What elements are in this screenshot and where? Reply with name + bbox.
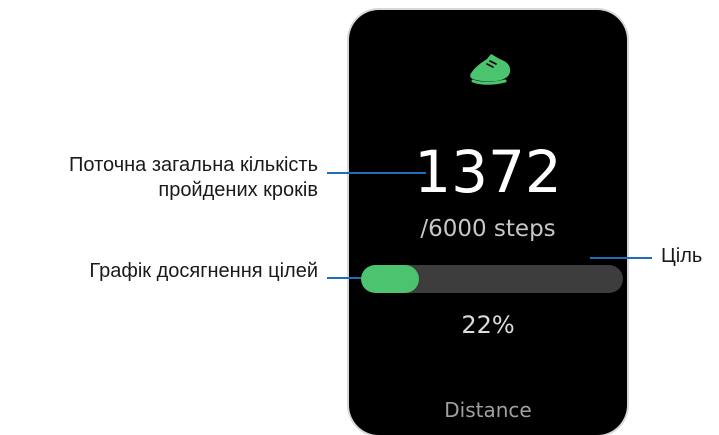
steps-goal-label: /6000 steps [420, 216, 556, 242]
goal-progress-fill [361, 265, 419, 293]
leader-line-current-steps [327, 172, 426, 174]
watch-screen: 1372 /6000 steps 22% Distance [349, 10, 627, 435]
progress-percent-label: 22% [461, 311, 515, 339]
callout-current-steps-line1: Поточна загальна кількість [69, 154, 318, 176]
callout-goal: Ціль [661, 245, 703, 267]
leader-line-goal [590, 257, 652, 259]
leader-line-goal-graph [327, 277, 361, 279]
distance-label[interactable]: Distance [349, 398, 627, 422]
goal-progress-bar [361, 265, 623, 293]
shoe-icon [470, 54, 511, 85]
callout-current-steps: Поточна загальна кількість пройдених кро… [69, 153, 318, 203]
callout-goal-graph: Графік досягнення цілей [89, 260, 318, 282]
callout-current-steps-line2: пройдених кроків [158, 179, 318, 201]
